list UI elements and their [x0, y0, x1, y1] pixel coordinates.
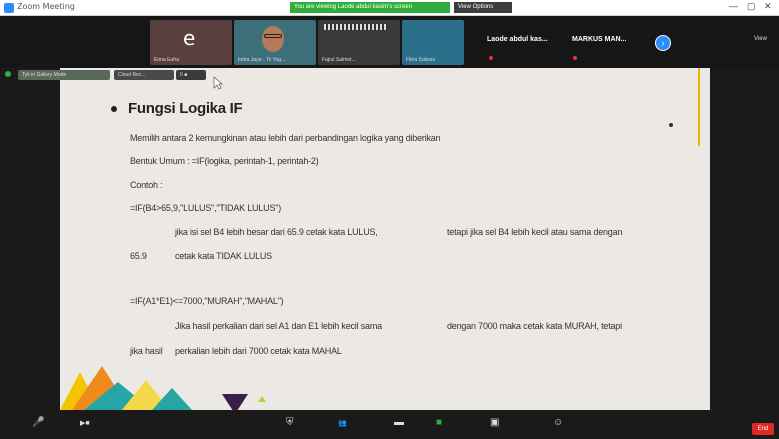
recording-pill[interactable]: Cloud Rec...	[114, 70, 174, 80]
slide-text-line: Memilih antara 2 kemungkinan atau lebih …	[130, 133, 441, 143]
participant-video-detail	[264, 34, 282, 38]
participant-video	[324, 24, 388, 30]
end-meeting-button[interactable]: End	[752, 423, 774, 435]
view-button[interactable]: View	[754, 36, 767, 42]
slide-text-line: jika isi sel B4 lebih besar dari 65.9 ce…	[175, 227, 378, 237]
share-status-bar: Tyk in Gallery Mode Cloud Rec... II ■	[0, 68, 779, 82]
zoom-app-icon	[4, 3, 14, 13]
window-titlebar: Zoom Meeting You are viewing Laode abdul…	[0, 0, 779, 16]
video-gallery-strip: e Enna Eufra Indra Jaya - Tri Yog... Faj…	[0, 16, 779, 68]
slide-text-line: cetak kata TIDAK LULUS	[175, 251, 272, 261]
record-icon[interactable]: ▣	[490, 417, 499, 428]
slide-text-line: =IF(B4>65,9,"LULUS","TIDAK LULUS")	[130, 203, 282, 213]
slide-dot	[669, 123, 673, 127]
slide-text-line: Jika hasil perkalian dari sel A1 dan E1 …	[175, 321, 382, 331]
shield-icon	[5, 71, 11, 77]
minimize-button[interactable]: —	[729, 1, 738, 11]
meeting-toolbar: 🎤 ▶■ ⛨ 👥 ▬ ■ ▣ ☺ End	[0, 410, 779, 439]
slide-decoration	[60, 366, 266, 410]
gallery-mode-pill[interactable]: Tyk in Gallery Mode	[18, 70, 110, 80]
participant-tile[interactable]: Fitria Sukses	[402, 20, 464, 65]
video-icon[interactable]: ▶■	[80, 419, 90, 427]
slide-text-line: Bentuk Umum : =IF(logika, perintah-1, pe…	[130, 156, 319, 166]
participant-tile[interactable]: Fajrul Salmet...	[318, 20, 400, 65]
share-screen-icon[interactable]: ■	[436, 417, 442, 428]
participant-name: Indra Jaya - Tri Yog...	[238, 57, 286, 63]
close-button[interactable]: ✕	[764, 1, 772, 12]
muted-icon	[573, 56, 577, 60]
mic-icon[interactable]: 🎤	[32, 417, 44, 428]
slide-text-line: tetapi jika sel B4 lebih kecil atau sama…	[447, 227, 623, 237]
slide-text-line: jika hasil	[130, 346, 163, 356]
participant-name: Enna Eufra	[154, 57, 180, 63]
slide-text-line: =IF(A1*E1)<=7000,"MURAH","MAHAL")	[130, 296, 284, 306]
next-page-button[interactable]: ›	[655, 35, 671, 51]
slide-text-line: Contoh :	[130, 180, 163, 190]
participant-tile[interactable]: e Enna Eufra	[150, 20, 232, 65]
decor-triangle	[258, 396, 266, 402]
participant-name: Fajrul Salmet...	[322, 57, 356, 63]
participant-tile[interactable]: Indra Jaya - Tri Yog...	[234, 20, 316, 65]
screen-share-banner: You are viewing Laode abdul kasim's scre…	[290, 2, 450, 13]
muted-icon	[489, 56, 493, 60]
window-title: Zoom Meeting	[17, 2, 75, 11]
security-icon[interactable]: ⛨	[286, 417, 294, 428]
bullet-icon	[111, 106, 117, 112]
participant-name-tile[interactable]: Laode abdul kas...	[487, 36, 548, 43]
participants-icon[interactable]: 👥	[338, 419, 347, 427]
view-options-button[interactable]: View Options	[454, 2, 512, 13]
slide-heading: Fungsi Logika IF	[128, 100, 243, 117]
slide-text-line: 65.9	[130, 251, 147, 261]
participant-name-tile[interactable]: MARKUS MAN...	[572, 36, 626, 43]
recording-controls[interactable]: II ■	[176, 70, 206, 80]
participant-video	[262, 26, 284, 52]
maximize-button[interactable]: ▢	[747, 1, 756, 12]
decor-triangle	[222, 394, 248, 410]
slide-text-line: perkalian lebih dari 7000 cetak kata MAH…	[175, 346, 342, 356]
chat-icon[interactable]: ▬	[394, 417, 404, 428]
mouse-cursor-icon	[213, 76, 223, 90]
avatar-letter: e	[183, 26, 196, 50]
shared-screen-slide: Fungsi Logika IF Memilih antara 2 kemung…	[60, 68, 710, 410]
slide-text-line: dengan 7000 maka cetak kata MURAH, tetap…	[447, 321, 622, 331]
reactions-icon[interactable]: ☺	[553, 417, 563, 428]
participant-name: Fitria Sukses	[406, 57, 435, 63]
